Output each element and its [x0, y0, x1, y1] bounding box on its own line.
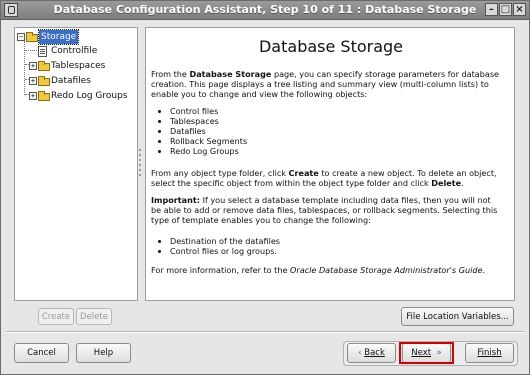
folder-icon [38, 76, 50, 86]
maximize-button[interactable]: □ [499, 3, 512, 16]
expand-icon[interactable]: + [29, 92, 37, 100]
list-item: Datafiles [170, 126, 470, 136]
minimize-button[interactable]: – [485, 3, 498, 16]
tree-item-storage[interactable]: − Storage [17, 29, 135, 45]
create-button[interactable]: Create [38, 308, 74, 325]
cancel-button[interactable]: Cancel [14, 343, 69, 363]
collapse-icon[interactable]: − [17, 33, 25, 41]
back-button[interactable]: ‹ Back [347, 343, 396, 363]
expand-icon[interactable]: + [29, 77, 37, 85]
file-icon [38, 46, 47, 57]
list-item: Redo Log Groups [170, 146, 470, 156]
next-highlight-box [399, 342, 454, 364]
finish-button[interactable]: Finish [465, 343, 514, 363]
window-title: Database Configuration Assistant, Step 1… [53, 3, 477, 16]
folder-icon [38, 91, 50, 101]
back-label: Back [364, 348, 385, 358]
page-title: Database Storage [258, 37, 404, 56]
expand-icon[interactable]: + [29, 62, 37, 70]
panel-splitter[interactable] [138, 31, 142, 297]
tree-item-redo-log-groups[interactable]: + Redo Log Groups [29, 89, 135, 103]
back-arrow-icon: ‹ [358, 348, 362, 358]
intro-text: From the Database Storage page, you can … [151, 69, 500, 99]
tree-label-tablespaces[interactable]: Tablespaces [51, 59, 105, 73]
close-button[interactable]: × [513, 3, 526, 16]
folder-open-icon [26, 32, 38, 42]
dbca-window: Database Configuration Assistant, Step 1… [0, 0, 530, 375]
storage-tree[interactable]: − Storage Controlfile + Tablespaces + Da… [14, 27, 138, 301]
separator [6, 331, 524, 333]
tree-label-storage[interactable]: Storage [37, 29, 80, 45]
list-item: Tablespaces [170, 116, 470, 126]
tree-label-datafiles[interactable]: Datafiles [51, 74, 91, 88]
important-note: Important: If you select a database temp… [151, 195, 498, 225]
file-location-variables-button[interactable]: File Location Variables... [401, 307, 514, 326]
finish-label: Finish [477, 348, 502, 358]
tree-label-controlfile[interactable]: Controlfile [51, 44, 97, 58]
list-item: Destination of the datafiles [170, 236, 470, 246]
changeable-list: Destination of the datafiles Control fil… [160, 236, 470, 256]
object-list: Control files Tablespaces Datafiles Roll… [160, 106, 470, 156]
more-info-text: For more information, refer to the Oracl… [151, 265, 486, 275]
help-button[interactable]: Help [76, 343, 131, 363]
tree-item-controlfile[interactable]: Controlfile [31, 44, 131, 58]
folder-icon [38, 61, 50, 71]
help-panel: Database Storage From the Database Stora… [145, 27, 515, 301]
tree-label-redo-log-groups[interactable]: Redo Log Groups [51, 89, 128, 103]
tree-item-tablespaces[interactable]: + Tablespaces [29, 59, 135, 73]
tree-item-datafiles[interactable]: + Datafiles [29, 74, 135, 88]
list-item: Rollback Segments [170, 136, 470, 146]
delete-button[interactable]: Delete [76, 308, 112, 325]
list-item: Control files or log groups. [170, 246, 470, 256]
list-item: Control files [170, 106, 470, 116]
create-delete-text: From any object type folder, click Creat… [151, 168, 497, 188]
title-bar[interactable]: Database Configuration Assistant, Step 1… [1, 1, 529, 20]
